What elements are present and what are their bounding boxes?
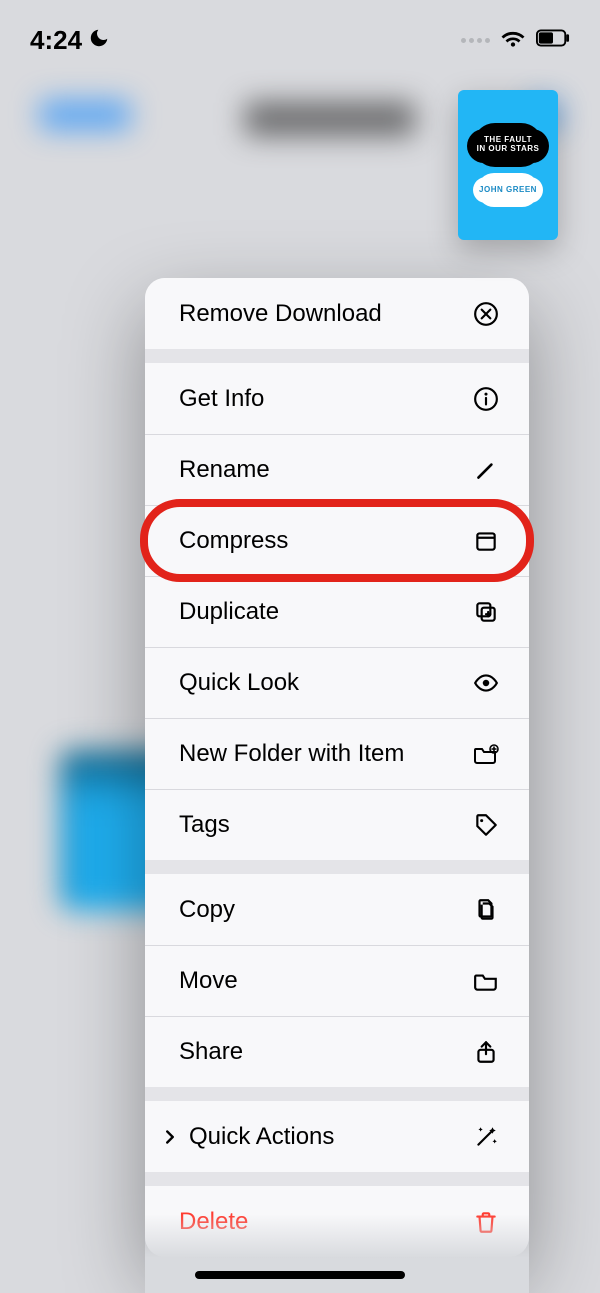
menu-copy[interactable]: Copy bbox=[145, 874, 529, 945]
menu-item-label: Rename bbox=[179, 456, 471, 484]
menu-delete[interactable]: Delete bbox=[145, 1186, 529, 1257]
battery-icon bbox=[536, 29, 570, 52]
menu-divider bbox=[145, 860, 529, 874]
moon-icon bbox=[88, 27, 110, 54]
menu-item-label: Tags bbox=[179, 811, 471, 839]
menu-divider bbox=[145, 1172, 529, 1186]
menu-item-label: Copy bbox=[179, 896, 471, 924]
book-title-cloud: THE FAULTIN OUR STARS bbox=[473, 123, 543, 167]
menu-item-label: New Folder with Item bbox=[179, 740, 471, 768]
menu-remove-download[interactable]: Remove Download bbox=[145, 278, 529, 349]
file-thumbnail[interactable]: THE FAULTIN OUR STARS JOHN GREEN bbox=[458, 90, 558, 240]
copy-icon bbox=[471, 895, 501, 925]
menu-item-label: Remove Download bbox=[179, 300, 471, 328]
duplicate-icon bbox=[471, 597, 501, 627]
folder-plus-icon bbox=[471, 739, 501, 769]
menu-quick-actions[interactable]: Quick Actions bbox=[145, 1101, 529, 1172]
menu-share[interactable]: Share bbox=[145, 1016, 529, 1087]
menu-quick-look[interactable]: Quick Look bbox=[145, 647, 529, 718]
share-icon bbox=[471, 1037, 501, 1067]
menu-item-label: Quick Actions bbox=[189, 1123, 471, 1151]
menu-divider bbox=[145, 1087, 529, 1101]
menu-divider bbox=[145, 349, 529, 363]
trash-icon bbox=[471, 1207, 501, 1237]
chevron-right-icon bbox=[159, 1124, 181, 1150]
pencil-icon bbox=[471, 455, 501, 485]
tag-icon bbox=[471, 810, 501, 840]
menu-compress[interactable]: Compress bbox=[145, 505, 529, 576]
menu-item-label: Move bbox=[179, 967, 471, 995]
status-time: 4:24 bbox=[30, 25, 82, 56]
home-indicator bbox=[195, 1271, 405, 1279]
menu-rename[interactable]: Rename bbox=[145, 434, 529, 505]
menu-item-label: Share bbox=[179, 1038, 471, 1066]
x-circle-icon bbox=[471, 299, 501, 329]
archive-box-icon bbox=[471, 526, 501, 556]
status-bar: 4:24 bbox=[0, 18, 600, 62]
book-author-cloud: JOHN GREEN bbox=[477, 173, 539, 207]
wand-icon bbox=[471, 1122, 501, 1152]
menu-new-folder-with-item[interactable]: New Folder with Item bbox=[145, 718, 529, 789]
menu-item-label: Get Info bbox=[179, 385, 471, 413]
page-dots-icon bbox=[461, 38, 490, 43]
menu-move[interactable]: Move bbox=[145, 945, 529, 1016]
folder-icon bbox=[471, 966, 501, 996]
menu-item-label: Compress bbox=[179, 527, 471, 555]
menu-duplicate[interactable]: Duplicate bbox=[145, 576, 529, 647]
eye-icon bbox=[471, 668, 501, 698]
wifi-icon bbox=[500, 25, 526, 56]
menu-get-info[interactable]: Get Info bbox=[145, 363, 529, 434]
menu-item-label: Quick Look bbox=[179, 669, 471, 697]
menu-item-label: Duplicate bbox=[179, 598, 471, 626]
context-menu: Remove Download Get Info Rename Compress… bbox=[145, 278, 529, 1257]
menu-tags[interactable]: Tags bbox=[145, 789, 529, 860]
menu-item-label: Delete bbox=[179, 1208, 471, 1236]
info-icon bbox=[471, 384, 501, 414]
